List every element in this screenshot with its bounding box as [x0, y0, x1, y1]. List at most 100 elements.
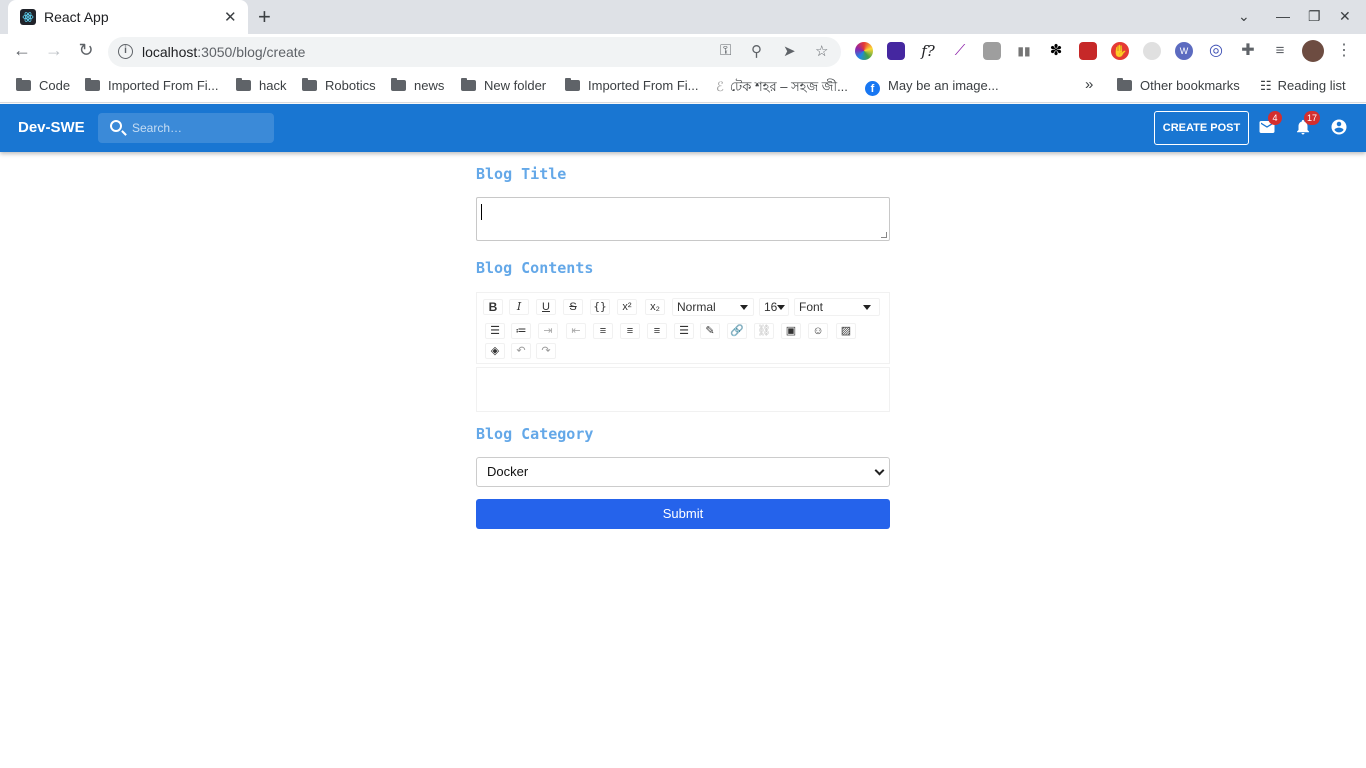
folder-icon — [391, 78, 406, 91]
media-queue-icon[interactable]: ≡ — [1271, 42, 1289, 60]
graduation-extension-icon[interactable] — [887, 42, 905, 60]
ordered-list-icon[interactable]: ≔ — [511, 323, 531, 339]
folder-icon — [302, 78, 317, 91]
bookmark-link[interactable]: ℰ টেক শহর – সহজ জী... — [716, 78, 848, 99]
feather-extension-icon[interactable]: ⟋ — [951, 42, 969, 60]
undo-icon[interactable]: ↶ — [511, 343, 531, 359]
italic-icon[interactable]: I — [509, 299, 529, 315]
site-info-icon[interactable]: i — [118, 44, 133, 59]
submit-button[interactable]: Submit — [476, 499, 890, 529]
font-family-select[interactable]: Font — [794, 298, 880, 316]
strikethrough-icon[interactable]: S — [563, 299, 583, 315]
key-icon[interactable]: ⚿ — [720, 42, 731, 59]
justify-icon[interactable]: ☰ — [674, 323, 694, 339]
resize-handle-icon[interactable] — [881, 232, 887, 238]
color-picker-icon[interactable]: ✎ — [700, 323, 720, 339]
send-icon[interactable]: ➤ — [783, 42, 796, 60]
minimize-icon[interactable]: — — [1276, 8, 1290, 24]
address-bar[interactable]: i localhost:3050/blog/create ⚿ ⚲ ➤ ☆ — [108, 37, 841, 67]
account-button[interactable] — [1330, 118, 1350, 138]
align-left-icon[interactable]: ≡ — [593, 323, 613, 339]
align-right-icon[interactable]: ≡ — [647, 323, 667, 339]
blog-title-label: Blog Title — [476, 165, 567, 183]
folder-icon — [236, 78, 251, 91]
notification-badge: 17 — [1304, 111, 1321, 125]
blog-title-input[interactable] — [476, 197, 890, 241]
forward-icon[interactable]: → — [42, 40, 66, 61]
reading-list[interactable]: ☷ Reading list — [1260, 78, 1346, 94]
indent-icon[interactable]: ⇥ — [538, 323, 558, 339]
new-tab-icon[interactable]: + — [258, 4, 271, 30]
bold-icon[interactable]: B — [483, 299, 503, 315]
blog-contents-editor[interactable] — [476, 367, 890, 412]
other-bookmarks[interactable]: Other bookmarks — [1117, 78, 1240, 93]
function-extension-icon[interactable]: f? — [919, 42, 937, 60]
app-header: Dev-SWE CREATE POST 4 17 — [0, 104, 1366, 152]
emoji-icon[interactable]: ☺ — [808, 323, 828, 339]
avatar[interactable] — [1302, 40, 1324, 62]
unlink-icon[interactable]: ⛓ — [754, 323, 774, 339]
eraser-icon[interactable]: ◈ — [485, 343, 505, 359]
close-tab-icon[interactable]: ✕ — [224, 8, 237, 26]
browser-tab[interactable]: React App ✕ — [8, 0, 248, 34]
unordered-list-icon[interactable]: ☰ — [485, 323, 505, 339]
blog-category-label: Blog Category — [476, 425, 594, 443]
gray-extension-icon[interactable] — [1143, 42, 1161, 60]
more-bookmarks-icon[interactable]: » — [1085, 76, 1093, 93]
underline-icon[interactable]: U — [536, 299, 556, 315]
tab-title: React App — [44, 9, 109, 25]
url-text[interactable]: localhost:3050/blog/create — [142, 44, 305, 60]
stop-extension-icon[interactable]: ✋ — [1111, 42, 1129, 60]
puzzle-icon[interactable]: ✚ — [1239, 42, 1257, 60]
menu-icon[interactable]: ⋮ — [1335, 42, 1353, 60]
chevron-down-icon — [740, 305, 748, 310]
bookmarks-bar: Code Imported From Fi... hack Robotics n… — [0, 70, 1366, 103]
folder-icon — [461, 78, 476, 91]
align-center-icon[interactable]: ≡ — [620, 323, 640, 339]
bookmark-link[interactable]: f May be an image... — [865, 78, 999, 96]
embed-icon[interactable]: ▣ — [781, 323, 801, 339]
bookmark-folder[interactable]: Imported From Fi... — [85, 78, 219, 93]
restore-icon[interactable]: ❐ — [1308, 8, 1321, 25]
redo-icon[interactable]: ↷ — [536, 343, 556, 359]
notifications-button[interactable]: 17 — [1294, 111, 1321, 138]
font-size-select[interactable]: 16 — [759, 298, 789, 316]
color-picker-extension-icon[interactable] — [855, 42, 873, 60]
folder-icon — [565, 78, 580, 91]
image-icon[interactable]: ▨ — [836, 323, 856, 339]
subscript-icon[interactable]: x₂ — [645, 299, 665, 315]
code-icon[interactable]: {} — [590, 299, 610, 315]
browser-toolbar: ← → ↻ i localhost:3050/blog/create ⚿ ⚲ ➤… — [0, 34, 1366, 98]
bookmark-folder[interactable]: Robotics — [302, 78, 376, 93]
bookmark-folder[interactable]: news — [391, 78, 444, 93]
block-type-select[interactable]: Normal — [672, 298, 754, 316]
tab-search-icon[interactable]: ⌄ — [1238, 8, 1250, 25]
bookmark-folder[interactable]: Code — [16, 78, 70, 93]
aperture-extension-icon[interactable]: ◎ — [1207, 42, 1225, 60]
window-extension-icon[interactable] — [983, 42, 1001, 60]
search-input[interactable] — [132, 113, 268, 143]
close-window-icon[interactable]: ✕ — [1339, 8, 1351, 25]
zoom-icon[interactable]: ⚲ — [751, 42, 762, 60]
superscript-icon[interactable]: x² — [617, 299, 637, 315]
back-icon[interactable]: ← — [10, 40, 34, 61]
mail-button[interactable]: 4 — [1258, 111, 1282, 138]
blog-category-select[interactable]: Docker — [476, 457, 890, 487]
bookmark-star-icon[interactable]: ☆ — [815, 42, 828, 60]
reload-icon[interactable]: ↻ — [74, 40, 98, 61]
bars-extension-icon[interactable]: ▮▮ — [1015, 42, 1033, 60]
link-icon[interactable]: 🔗 — [727, 323, 747, 339]
bookmark-folder[interactable]: hack — [236, 78, 286, 93]
bookmark-folder[interactable]: New folder — [461, 78, 546, 93]
create-post-button[interactable]: CREATE POST — [1154, 111, 1249, 145]
red-extension-icon[interactable] — [1079, 42, 1097, 60]
gnome-extension-icon[interactable]: ✽ — [1047, 42, 1065, 60]
chevron-down-icon — [874, 465, 885, 476]
browser-tabstrip: React App ✕ + ⌄ — ❐ ✕ — [0, 0, 1366, 34]
bookmark-folder[interactable]: Imported From Fi... — [565, 78, 699, 93]
react-favicon-icon — [20, 9, 36, 25]
outdent-icon[interactable]: ⇤ — [566, 323, 586, 339]
search-icon — [110, 120, 122, 132]
w-extension-icon[interactable]: W — [1175, 42, 1193, 60]
brand-title[interactable]: Dev-SWE — [18, 119, 85, 136]
